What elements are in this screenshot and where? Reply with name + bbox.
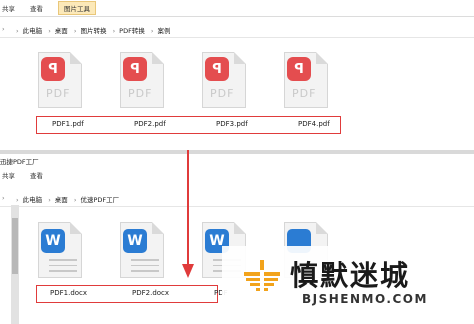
tab-view[interactable]: 查看 (30, 170, 43, 180)
crumb-desktop[interactable]: 桌面 (55, 27, 68, 35)
word-document-icon: W (120, 222, 164, 278)
bottom-ribbon-tabs: 共享 查看 (0, 170, 474, 182)
file-name-pdf1[interactable]: PDF1.pdf (52, 120, 84, 128)
pdf-document-icon: ꟼ PDF (120, 52, 164, 108)
crumb-desktop[interactable]: 桌面 (55, 196, 68, 204)
pdf-document-icon: ꟼ PDF (284, 52, 328, 108)
top-ribbon-tabs: 共享 查看 图片工具 (0, 0, 474, 17)
crumb-this-pc[interactable]: 此电脑 (23, 27, 43, 35)
file-item-docx1[interactable]: W (28, 222, 88, 292)
chevron-right-icon[interactable]: › (2, 25, 5, 33)
window-title: 迅捷PDF工厂 (0, 158, 39, 166)
word-logo-icon: W (123, 229, 147, 253)
crumb-image-convert[interactable]: 图片转换 (80, 27, 106, 35)
chevron-right-icon[interactable]: › (2, 194, 5, 202)
file-name-pdf2[interactable]: PDF2.pdf (134, 120, 166, 128)
word-document-icon: W (38, 222, 82, 278)
file-name-pdf3[interactable]: PDF3.pdf (216, 120, 248, 128)
crumb-pdf-factory[interactable]: 优速PDF工厂 (80, 196, 119, 204)
document-lines (131, 259, 159, 276)
tab-share[interactable]: 共享 (2, 3, 15, 13)
file-item-pdf1[interactable]: ꟼ PDF (28, 52, 88, 122)
watermark-title: 慎默迷城 (290, 259, 411, 292)
pdf-logo-icon: ꟼ (41, 57, 65, 81)
scrollbar-thumb[interactable] (12, 218, 18, 274)
window-divider (0, 150, 474, 154)
pdf-icon-label: PDF (210, 87, 235, 100)
top-address-bar[interactable]: › › 此电脑 › 桌面 › 图片转换 › PDF转换 › 案例 (0, 23, 474, 38)
file-item-pdf4[interactable]: ꟼ PDF (274, 52, 334, 122)
file-item-pdf3[interactable]: ꟼ PDF (192, 52, 252, 122)
word-logo-icon: W (41, 229, 65, 253)
crumb-pdf-convert[interactable]: PDF转换 (119, 27, 145, 35)
pdf-document-icon: ꟼ PDF (38, 52, 82, 108)
pdf-logo-icon: ꟼ (205, 57, 229, 81)
tab-picture-tools[interactable]: 图片工具 (58, 1, 96, 15)
crumb-cases[interactable]: 案例 (158, 27, 171, 35)
watermark: 慎默迷城 BJSHENMO.COM (222, 246, 474, 324)
crumb-this-pc[interactable]: 此电脑 (23, 196, 43, 204)
bottom-address-bar[interactable]: › › 此电脑 › 桌面 › 优速PDF工厂 (0, 192, 474, 207)
file-item-pdf2[interactable]: ꟼ PDF (110, 52, 170, 122)
file-item-docx2[interactable]: W (110, 222, 170, 292)
pdf-logo-icon: ꟼ (287, 57, 311, 81)
pdf-icon-label: PDF (46, 87, 71, 100)
tab-view[interactable]: 查看 (30, 3, 43, 13)
pdf-logo-icon: ꟼ (123, 57, 147, 81)
breadcrumb: › 此电脑 › 桌面 › 图片转换 › PDF转换 › 案例 (16, 27, 171, 35)
file-name-pdf4[interactable]: PDF4.pdf (298, 120, 330, 128)
pdf-icon-label: PDF (128, 87, 153, 100)
document-lines (49, 259, 77, 276)
watermark-url: BJSHENMO.COM (302, 292, 428, 306)
tab-share[interactable]: 共享 (2, 170, 15, 180)
pdf-icon-label: PDF (292, 87, 317, 100)
breadcrumb: › 此电脑 › 桌面 › 优速PDF工厂 (16, 196, 120, 204)
pdf-document-icon: ꟼ PDF (202, 52, 246, 108)
file-name-docx2[interactable]: PDF2.docx (132, 289, 169, 297)
brand-logo-icon (244, 260, 280, 291)
file-name-docx1[interactable]: PDF1.docx (50, 289, 87, 297)
down-arrow-icon (182, 150, 194, 278)
